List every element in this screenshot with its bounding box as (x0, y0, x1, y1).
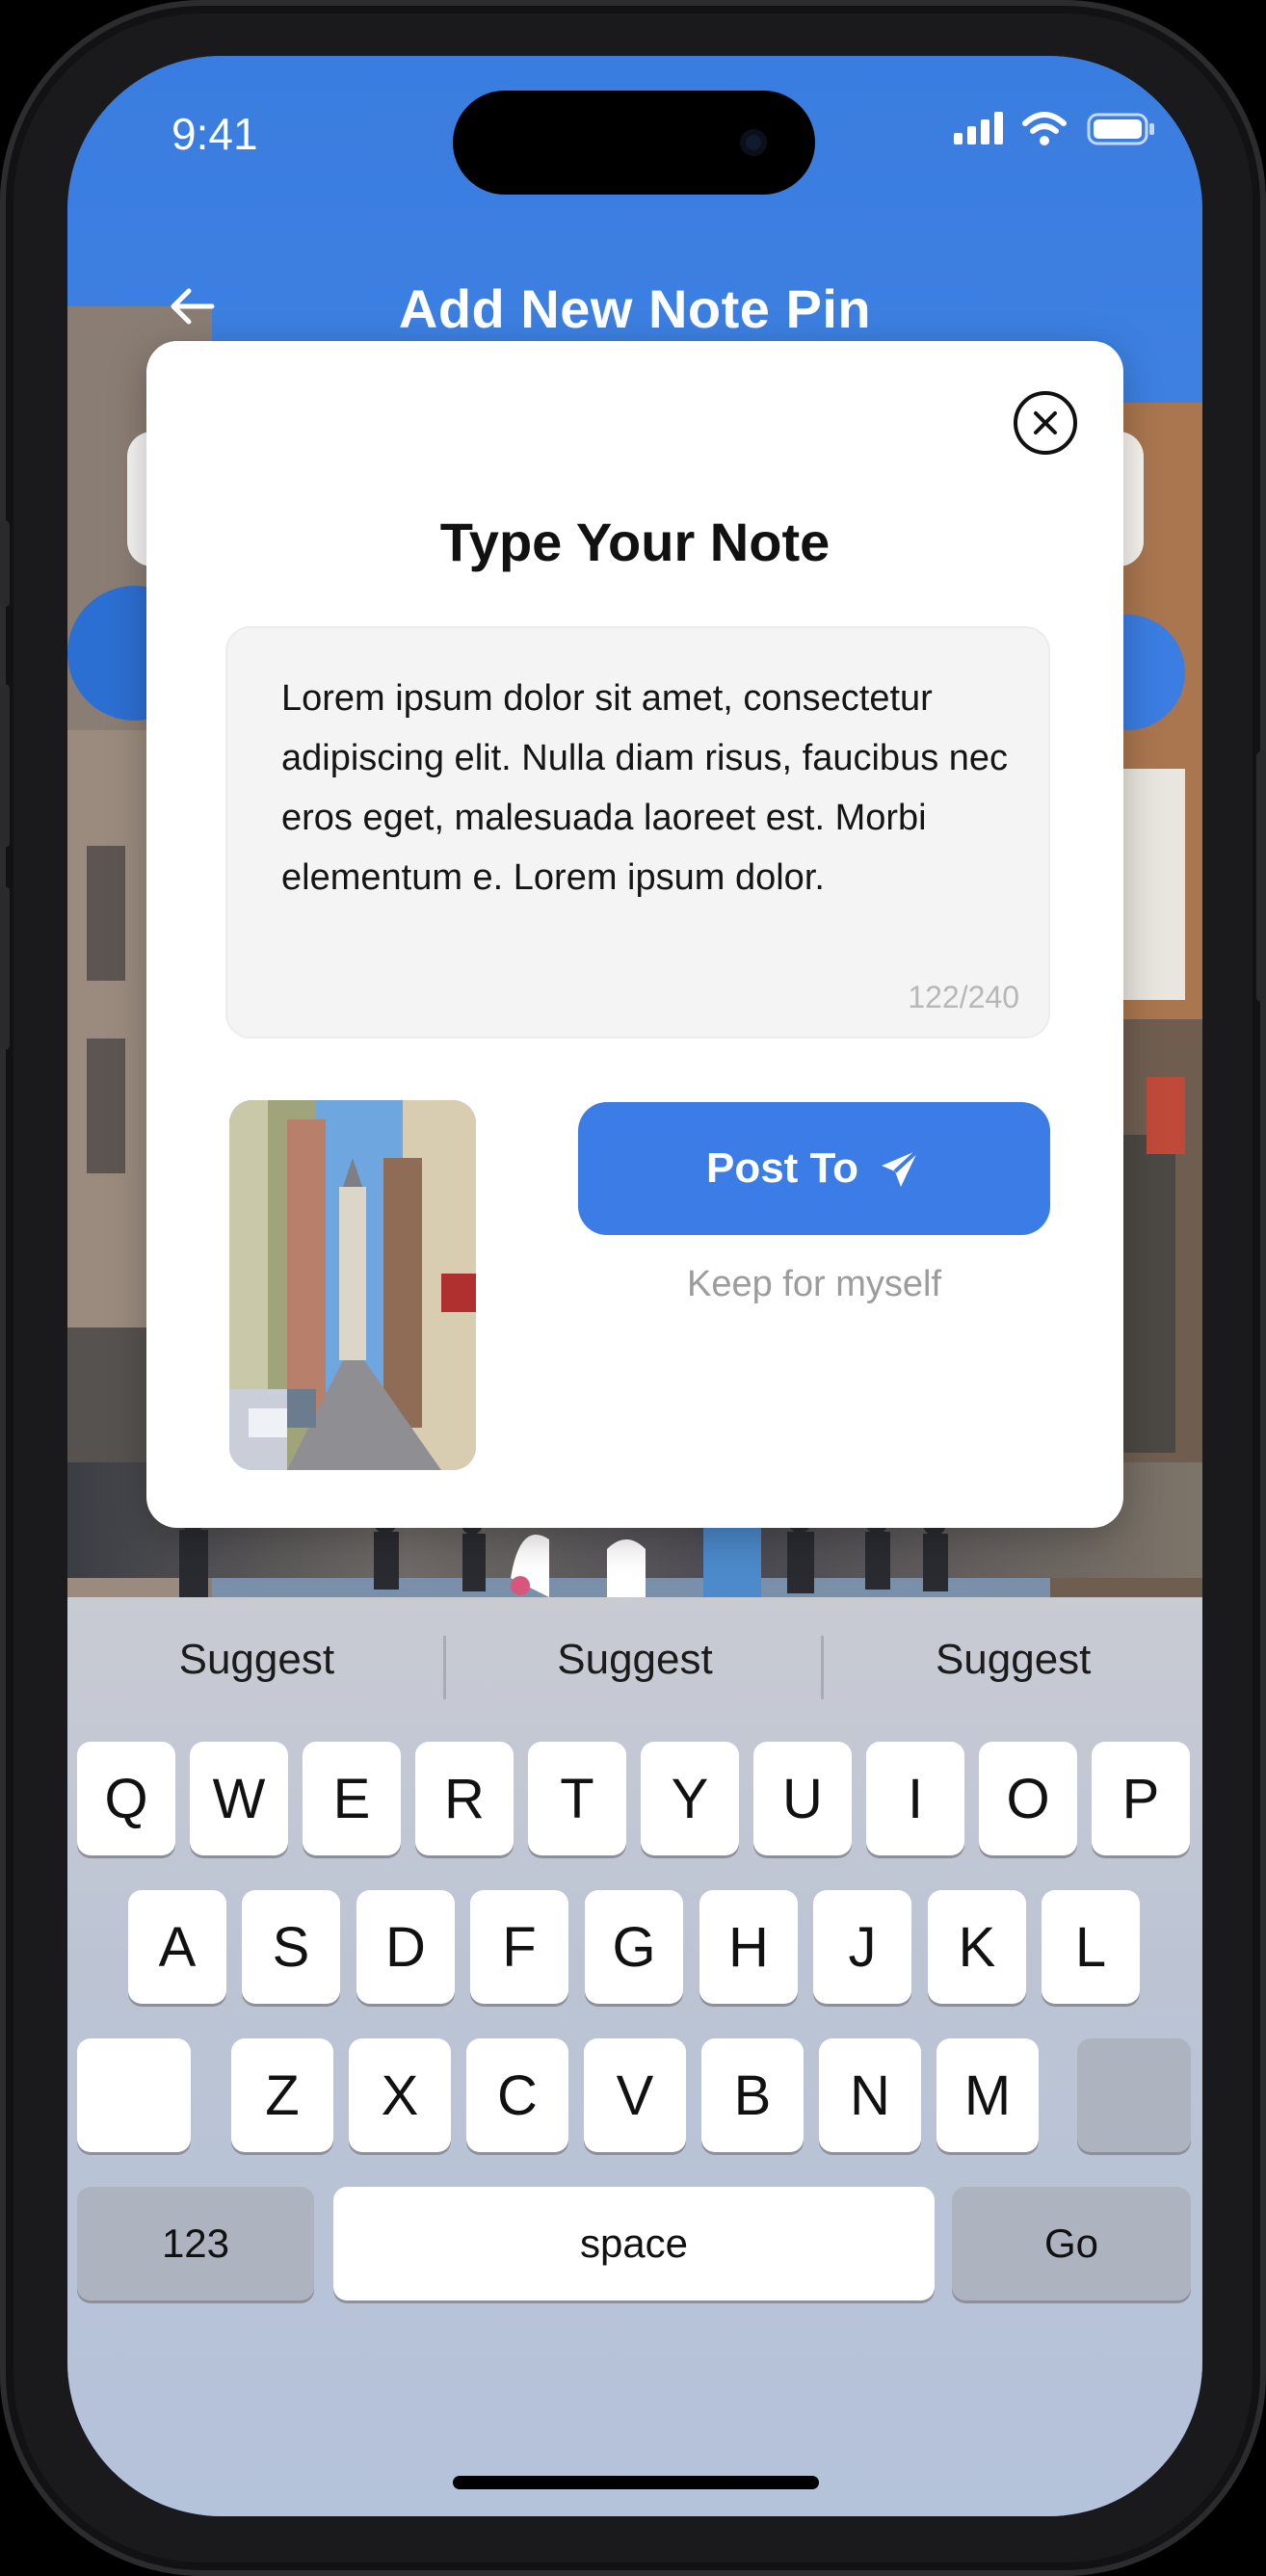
camera-icon (740, 129, 767, 156)
backspace-key[interactable] (1077, 2038, 1191, 2152)
numbers-key[interactable]: 123 (77, 2187, 314, 2300)
key-l[interactable]: L (1042, 1890, 1140, 2004)
close-button[interactable] (1014, 391, 1077, 455)
wifi-icon (1022, 112, 1067, 145)
key-j[interactable]: J (813, 1890, 911, 2004)
keep-for-myself-link[interactable]: Keep for myself (578, 1264, 1050, 1305)
signal-icon (954, 112, 1003, 145)
key-q[interactable]: Q (77, 1742, 175, 1855)
key-o[interactable]: O (979, 1742, 1077, 1855)
key-w[interactable]: W (190, 1742, 288, 1855)
suggestion-bar: Suggest Suggest Suggest (67, 1597, 1202, 1722)
key-g[interactable]: G (585, 1890, 683, 2004)
key-a[interactable]: A (128, 1890, 226, 2004)
note-modal: Type Your Note Lorem ipsum dolor sit ame… (146, 341, 1123, 1528)
volume-up-button (0, 684, 10, 848)
key-y[interactable]: Y (641, 1742, 739, 1855)
screen: 9:41 Add New Note Pin Type Your Note Lor… (67, 56, 1202, 2516)
key-d[interactable]: D (356, 1890, 455, 2004)
shift-key[interactable] (77, 2038, 191, 2152)
key-r[interactable]: R (415, 1742, 514, 1855)
home-indicator[interactable] (453, 2476, 819, 2489)
modal-title: Type Your Note (439, 512, 831, 572)
volume-down-button (0, 886, 10, 1050)
key-c[interactable]: C (466, 2038, 568, 2152)
suggestion-item[interactable]: Suggest (67, 1597, 446, 1722)
suggestion-item[interactable]: Suggest (446, 1597, 825, 1722)
note-photo-thumbnail[interactable] (229, 1100, 476, 1470)
suggestion-item[interactable]: Suggest (824, 1597, 1202, 1722)
key-e[interactable]: E (303, 1742, 401, 1855)
key-z[interactable]: Z (231, 2038, 333, 2152)
note-textarea[interactable]: Lorem ipsum dolor sit amet, consectetur … (225, 626, 1050, 1038)
dynamic-island (453, 91, 815, 195)
key-p[interactable]: P (1092, 1742, 1190, 1855)
key-x[interactable]: X (349, 2038, 451, 2152)
phone-frame: 9:41 Add New Note Pin Type Your Note Lor… (0, 0, 1266, 2576)
street-photo (229, 1100, 476, 1470)
key-k[interactable]: K (928, 1890, 1026, 2004)
key-v[interactable]: V (584, 2038, 686, 2152)
key-t[interactable]: T (528, 1742, 626, 1855)
note-text[interactable]: Lorem ipsum dolor sit amet, consectetur … (281, 669, 1014, 907)
go-key[interactable]: Go (952, 2187, 1191, 2300)
post-to-button[interactable]: Post To (578, 1102, 1050, 1235)
key-u[interactable]: U (753, 1742, 852, 1855)
key-s[interactable]: S (242, 1890, 340, 2004)
key-i[interactable]: I (866, 1742, 964, 1855)
status-bar: 9:41 (67, 56, 1202, 195)
key-m[interactable]: M (936, 2038, 1039, 2152)
key-b[interactable]: B (701, 2038, 804, 2152)
keyboard: Suggest Suggest Suggest Q W E R T Y U I … (67, 1597, 1202, 2516)
key-n[interactable]: N (819, 2038, 921, 2152)
post-to-label: Post To (705, 1144, 859, 1192)
send-icon (882, 1148, 920, 1187)
space-key[interactable]: space (333, 2187, 935, 2300)
page-title: Add New Note Pin (398, 278, 872, 339)
key-f[interactable]: F (470, 1890, 568, 2004)
status-time: 9:41 (171, 109, 258, 159)
power-button (1256, 751, 1266, 1002)
side-button (0, 520, 10, 607)
character-counter: 122/240 (908, 980, 1019, 1014)
battery-icon (1087, 113, 1154, 145)
close-icon (1034, 411, 1057, 434)
key-h[interactable]: H (699, 1890, 798, 2004)
